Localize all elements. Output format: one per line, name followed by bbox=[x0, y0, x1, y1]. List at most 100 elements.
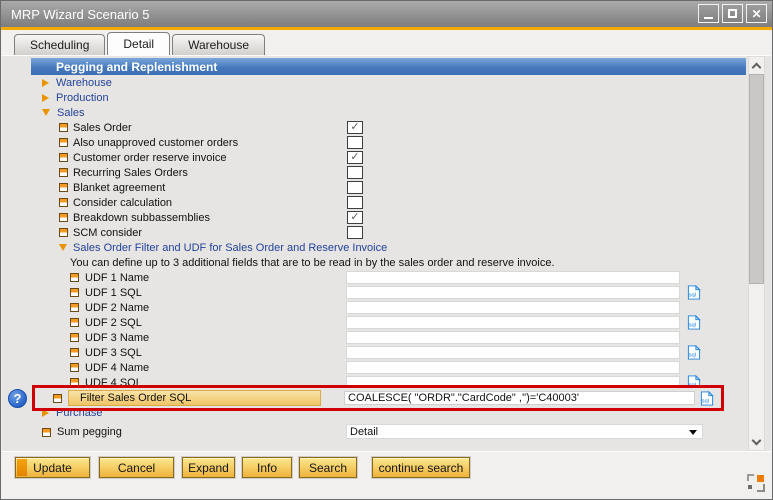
udf-input[interactable] bbox=[346, 316, 680, 329]
checkbox[interactable]: ✓ bbox=[347, 121, 363, 134]
udf-row: UDF 3 Name bbox=[2, 330, 771, 345]
svg-text:sql: sql bbox=[702, 398, 709, 404]
checkbox[interactable]: ✓ bbox=[347, 181, 363, 194]
sql-icon[interactable]: sql bbox=[686, 285, 702, 300]
section-header-label: Pegging and Replenishment bbox=[56, 60, 217, 74]
action-button[interactable]: continue search bbox=[372, 457, 470, 478]
bottom-bar: Update Cancel Expand Info Search continu… bbox=[2, 451, 771, 499]
form-item-icon bbox=[70, 318, 79, 327]
scroll-up-button[interactable] bbox=[749, 57, 764, 73]
udf-input[interactable] bbox=[346, 346, 680, 359]
form-item-icon bbox=[59, 153, 68, 162]
help-icon[interactable]: ? bbox=[8, 389, 27, 408]
tree-item-label: Blanket agreement bbox=[73, 182, 165, 194]
udf-rows: UDF 1 Name UDF 1 SQL sql UDF 2 Name UDF … bbox=[2, 270, 771, 390]
form-item-icon bbox=[70, 333, 79, 342]
tab-warehouse[interactable]: Warehouse bbox=[172, 34, 265, 55]
tree-checkbox-row: Blanket agreement ✓ bbox=[2, 180, 771, 195]
tree-checkbox-row: Customer order reserve invoice ✓ bbox=[2, 150, 771, 165]
udf-row: UDF 2 SQL sql bbox=[2, 315, 771, 330]
udf-input[interactable] bbox=[346, 331, 680, 344]
tab-scheduling[interactable]: Scheduling bbox=[14, 34, 105, 55]
checkbox-check: ✓ bbox=[350, 212, 359, 223]
filter-sql-input[interactable]: COALESCE( "ORDR"."CardCode" ,'')='C40003… bbox=[344, 391, 695, 405]
tree-item-label: Sales Order bbox=[73, 122, 132, 134]
action-button[interactable]: Update bbox=[15, 457, 90, 478]
collapse-arrow-icon[interactable] bbox=[59, 244, 67, 251]
default-button-marker bbox=[17, 459, 27, 476]
tree-item-label: Also unapproved customer orders bbox=[73, 137, 238, 149]
form-item-icon bbox=[59, 228, 68, 237]
collapse-arrow-icon[interactable] bbox=[42, 109, 50, 116]
vertical-scrollbar[interactable] bbox=[748, 56, 765, 451]
svg-text:sql: sql bbox=[689, 353, 696, 359]
form-item-icon bbox=[59, 138, 68, 147]
detail-tab-content: Pegging and Replenishment Warehouse Prod… bbox=[2, 55, 771, 451]
udf-input[interactable] bbox=[346, 271, 680, 284]
checkbox[interactable]: ✓ bbox=[347, 211, 363, 224]
udf-input[interactable] bbox=[346, 286, 680, 299]
action-button[interactable]: Expand bbox=[182, 457, 235, 478]
expand-arrow-icon[interactable] bbox=[42, 79, 49, 87]
sum-pegging-label: Sum pegging bbox=[57, 426, 122, 438]
highlighted-filter-row: Filter Sales Order SQL COALESCE( "ORDR".… bbox=[32, 385, 724, 411]
udf-row: UDF 1 Name bbox=[2, 270, 771, 285]
form-item-icon bbox=[59, 168, 68, 177]
resize-grip-icon[interactable] bbox=[747, 474, 765, 492]
udf-row: UDF 1 SQL sql bbox=[2, 285, 771, 300]
tree-node-sales: Sales bbox=[2, 105, 771, 120]
tree-item-label: UDF 3 Name bbox=[85, 332, 149, 344]
tree-node-label[interactable]: Production bbox=[56, 92, 109, 104]
tab-strip: Scheduling Detail Warehouse bbox=[1, 30, 772, 55]
udf-row: UDF 2 Name bbox=[2, 300, 771, 315]
sql-icon[interactable]: sql bbox=[686, 345, 702, 360]
form-item-icon bbox=[70, 303, 79, 312]
scroll-down-button[interactable] bbox=[749, 434, 764, 450]
sales-checkbox-rows: Sales Order ✓ Also unapproved customer o… bbox=[2, 120, 771, 240]
sql-icon[interactable]: sql bbox=[686, 315, 702, 330]
tree-node-warehouse: Warehouse bbox=[2, 75, 771, 90]
action-button[interactable]: Info bbox=[242, 457, 292, 478]
button-label: Search bbox=[309, 461, 347, 475]
udf-input[interactable] bbox=[346, 301, 680, 314]
udf-description: You can define up to 3 additional fields… bbox=[2, 255, 771, 270]
action-button[interactable]: Search bbox=[299, 457, 357, 478]
form-item-icon bbox=[59, 183, 68, 192]
sum-pegging-row: Sum pegging Detail bbox=[2, 424, 771, 440]
udf-description-text: You can define up to 3 additional fields… bbox=[70, 257, 555, 269]
tree-node-production: Production bbox=[2, 90, 771, 105]
tree-node-label[interactable]: Sales bbox=[57, 107, 85, 119]
udf-input[interactable] bbox=[346, 361, 680, 374]
checkbox[interactable]: ✓ bbox=[347, 136, 363, 149]
checkbox[interactable]: ✓ bbox=[347, 196, 363, 209]
tree-node-filter-section: Sales Order Filter and UDF for Sales Ord… bbox=[2, 240, 771, 255]
button-label: Expand bbox=[188, 461, 229, 475]
tree-item-label: Recurring Sales Orders bbox=[73, 167, 188, 179]
tab-detail[interactable]: Detail bbox=[107, 32, 170, 55]
tree-node-label[interactable]: Sales Order Filter and UDF for Sales Ord… bbox=[73, 242, 387, 254]
udf-row: UDF 3 SQL sql bbox=[2, 345, 771, 360]
close-button[interactable]: ✕ bbox=[746, 4, 767, 23]
tree-node-label[interactable]: Warehouse bbox=[56, 77, 112, 89]
minimize-button[interactable] bbox=[698, 4, 719, 23]
chevron-down-icon bbox=[689, 430, 697, 435]
tree-item-label: UDF 2 SQL bbox=[85, 317, 142, 329]
tree-checkbox-row: Recurring Sales Orders ✓ bbox=[2, 165, 771, 180]
sum-pegging-dropdown[interactable]: Detail bbox=[346, 424, 703, 439]
tree-item-label: UDF 2 Name bbox=[85, 302, 149, 314]
maximize-icon bbox=[728, 9, 737, 18]
action-button[interactable]: Cancel bbox=[99, 457, 174, 478]
sql-icon[interactable]: sql bbox=[699, 391, 715, 406]
checkbox[interactable]: ✓ bbox=[347, 151, 363, 164]
button-label: continue search bbox=[379, 461, 464, 475]
mrp-wizard-window: MRP Wizard Scenario 5 ✕ Scheduling Detai… bbox=[0, 0, 773, 500]
expand-arrow-icon[interactable] bbox=[42, 94, 49, 102]
title-bar[interactable]: MRP Wizard Scenario 5 ✕ bbox=[1, 1, 772, 27]
tree-item-label: Customer order reserve invoice bbox=[73, 152, 226, 164]
tree-item-label: SCM consider bbox=[73, 227, 142, 239]
checkbox[interactable]: ✓ bbox=[347, 226, 363, 239]
form-item-icon bbox=[70, 288, 79, 297]
scrollbar-thumb[interactable] bbox=[749, 74, 764, 284]
maximize-button[interactable] bbox=[722, 4, 743, 23]
checkbox[interactable]: ✓ bbox=[347, 166, 363, 179]
